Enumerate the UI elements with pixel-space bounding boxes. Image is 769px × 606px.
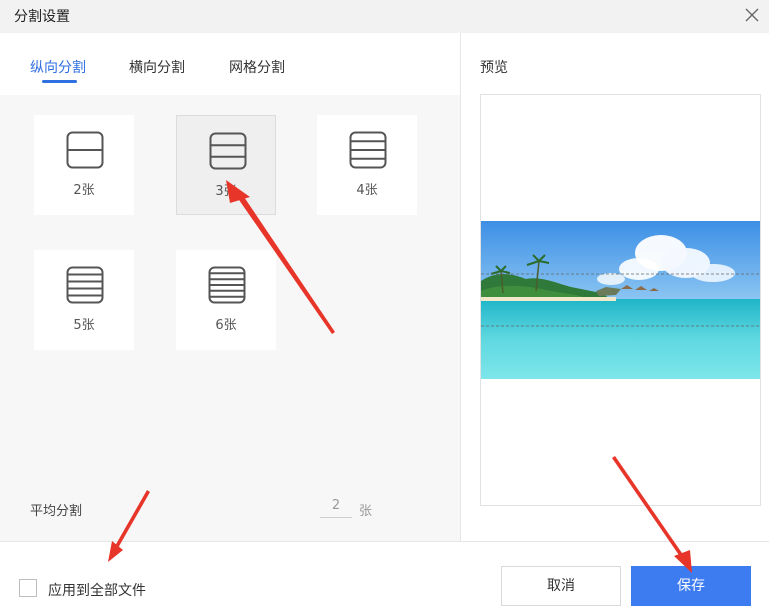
- split-6-icon: [208, 266, 246, 304]
- dialog-title: 分割设置: [14, 9, 70, 25]
- split-mode-tabs: 纵向分割 横向分割 网格分割: [0, 33, 460, 95]
- cancel-button[interactable]: 取消: [501, 566, 621, 606]
- footer-divider: [0, 541, 769, 542]
- title-bar: 分割设置: [0, 0, 769, 33]
- tab-vertical-split[interactable]: 纵向分割: [30, 57, 86, 77]
- preview-image: [481, 221, 760, 379]
- save-button[interactable]: 保存: [631, 566, 751, 606]
- apply-all-checkbox[interactable]: [19, 579, 37, 597]
- split-2-icon: [66, 131, 104, 169]
- split-option-label: 4张: [356, 183, 378, 198]
- split-option-3[interactable]: 3张: [176, 115, 276, 215]
- split-option-label: 5张: [73, 318, 95, 333]
- split-option-4[interactable]: 4张: [317, 115, 417, 215]
- split-option-5[interactable]: 5张: [34, 250, 134, 350]
- split-settings-panel: 纵向分割 横向分割 网格分割 2张 3张 4张 5张 6张 平均分割 2 张: [0, 33, 460, 541]
- active-tab-indicator: [42, 80, 77, 83]
- split-4-icon: [349, 131, 387, 169]
- split-option-6[interactable]: 6张: [176, 250, 276, 350]
- apply-all-label[interactable]: 应用到全部文件: [48, 580, 146, 600]
- average-split-label: 平均分割: [30, 504, 83, 519]
- tab-horizontal-split[interactable]: 横向分割: [129, 57, 185, 77]
- close-icon[interactable]: [741, 4, 763, 26]
- split-5-icon: [66, 266, 104, 304]
- split-3-icon: [209, 132, 247, 170]
- tab-grid-split[interactable]: 网格分割: [229, 57, 285, 77]
- arrow-icon: [108, 541, 123, 562]
- split-option-label: 3张: [215, 184, 237, 199]
- average-split-input[interactable]: [320, 494, 352, 518]
- preview-label: 预览: [480, 60, 508, 76]
- split-option-label: 2张: [73, 183, 95, 198]
- preview-box: [480, 94, 761, 506]
- split-options-grid: 2张 3张 4张 5张 6张 平均分割 2 张: [0, 95, 460, 541]
- split-option-2[interactable]: 2张: [34, 115, 134, 215]
- split-option-label: 6张: [215, 318, 237, 333]
- average-split-unit: 张: [359, 504, 373, 519]
- preview-panel: 预览: [461, 33, 769, 541]
